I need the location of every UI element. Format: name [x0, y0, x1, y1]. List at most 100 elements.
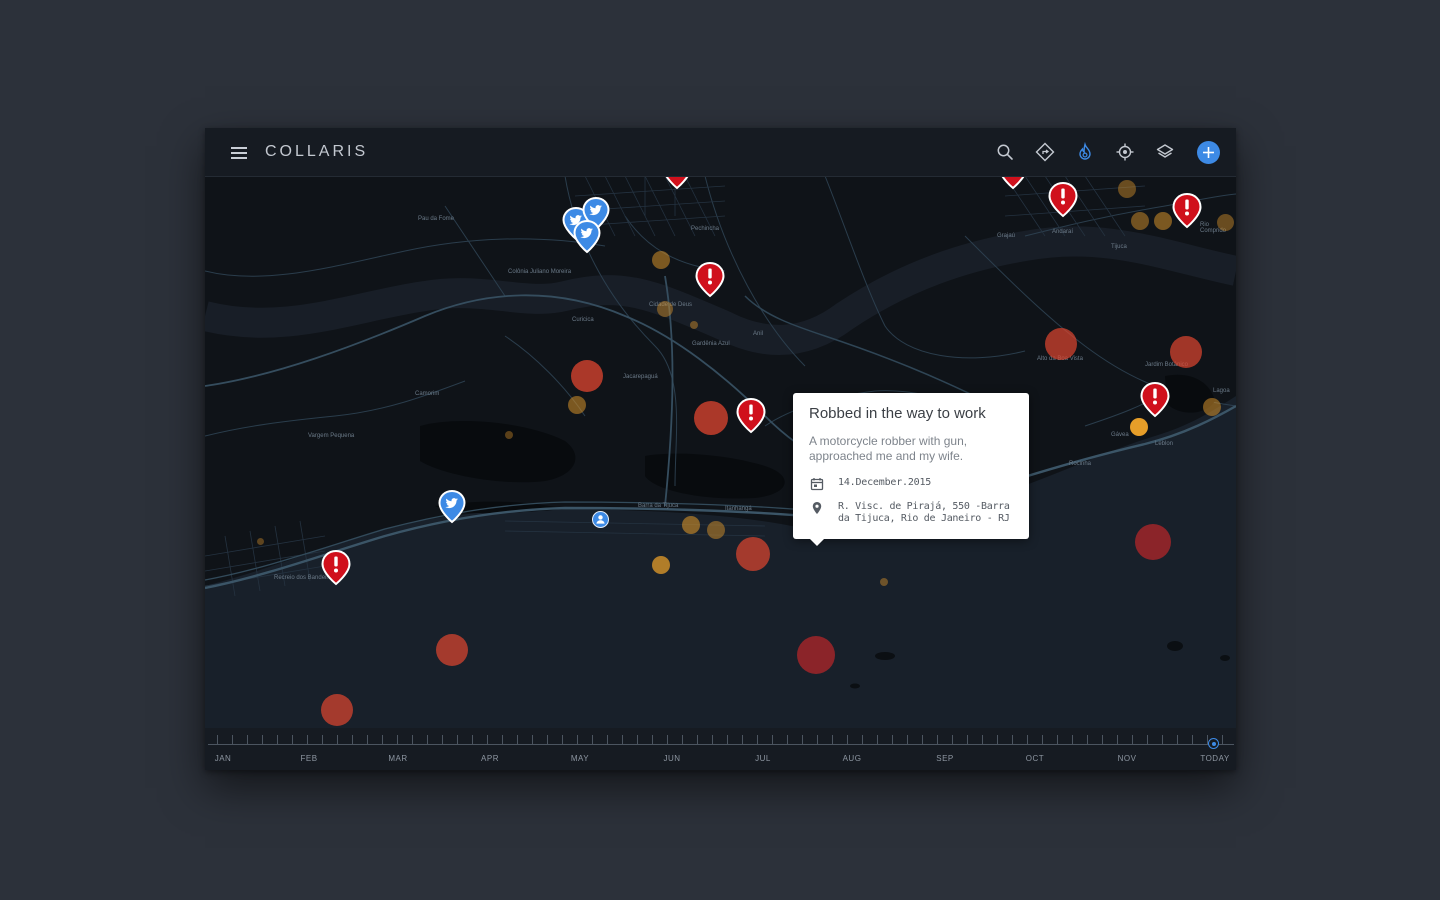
timeline-tick: [1042, 735, 1043, 744]
timeline-label[interactable]: JUL: [755, 754, 771, 763]
incident-pin[interactable]: [1140, 382, 1170, 418]
timeline-tick: [352, 735, 353, 744]
timeline-tick: [697, 735, 698, 744]
map-label: Jacarepaguá: [623, 374, 658, 380]
location-pin-icon: [810, 501, 824, 515]
user-location-icon[interactable]: [592, 511, 609, 528]
popup-address: R. Visc. de Pirajá, 550 -Barra da Tijuca…: [838, 501, 1010, 524]
heat-spot: [257, 538, 264, 545]
timeline-tick: [1027, 735, 1028, 744]
timeline-bar[interactable]: JAN FEB MAR APR MAY JUN JUL AUG SEP OCT …: [205, 728, 1236, 770]
timeline-handle[interactable]: [1208, 738, 1219, 749]
timeline-tick: [712, 735, 713, 744]
timeline-tick: [247, 735, 248, 744]
timeline-label[interactable]: MAR: [388, 754, 407, 763]
twitter-pin[interactable]: [438, 490, 466, 524]
map-label: Barra da Tijuca: [638, 503, 679, 509]
incident-pin[interactable]: [321, 550, 351, 586]
timeline-label[interactable]: OCT: [1026, 754, 1044, 763]
timeline-label[interactable]: FEB: [300, 754, 317, 763]
plus-icon: [1203, 147, 1214, 158]
incident-pin[interactable]: [736, 398, 766, 434]
heat-spot: [690, 321, 698, 329]
map-label: Leblon: [1155, 441, 1174, 447]
twitter-pin[interactable]: [573, 220, 601, 254]
incident-pin[interactable]: [695, 262, 725, 298]
timeline-tick: [1147, 735, 1148, 744]
timeline-label[interactable]: AUG: [843, 754, 862, 763]
timeline-tick: [577, 735, 578, 744]
timeline-label[interactable]: APR: [481, 754, 499, 763]
heat-spot: [1131, 212, 1149, 230]
timeline-label[interactable]: SEP: [936, 754, 954, 763]
map-label: Gávea: [1111, 432, 1129, 438]
popup-title: Robbed in the way to work: [809, 405, 986, 422]
timeline-tick: [652, 735, 653, 744]
incident-halo: [571, 360, 603, 392]
timeline-tick: [907, 735, 908, 744]
timeline-tick: [337, 735, 338, 744]
timeline-tick: [367, 735, 368, 744]
timeline-tick: [1132, 735, 1133, 744]
timeline-tick: [1177, 735, 1178, 744]
popup-description: A motorcycle robber with gun, approached…: [809, 434, 968, 463]
directions-icon[interactable]: [1035, 142, 1055, 162]
timeline-tick: [382, 735, 383, 744]
map-label: Curicica: [572, 317, 594, 323]
timeline-tick: [997, 735, 998, 744]
incident-halo: [1170, 336, 1202, 368]
incident-halo: [797, 636, 835, 674]
timeline-tick: [862, 735, 863, 744]
timeline-tick: [322, 735, 323, 744]
timeline-tick: [817, 735, 818, 744]
timeline-tick: [1102, 735, 1103, 744]
timeline-tick: [787, 735, 788, 744]
timeline-tick: [397, 735, 398, 744]
heat-spot: [568, 396, 586, 414]
timeline-tick: [517, 735, 518, 744]
map-label: Pau da Fome: [418, 216, 455, 222]
hamburger-menu-icon[interactable]: [231, 147, 247, 159]
timeline-tick: [487, 735, 488, 744]
map-canvas[interactable]: Pau da Fome Colônia Juliano Moreira Cida…: [205, 154, 1236, 770]
timeline-tick: [472, 735, 473, 744]
timeline-label[interactable]: NOV: [1118, 754, 1137, 763]
map-label: Anil: [753, 331, 764, 337]
timeline-tick: [412, 735, 413, 744]
map-label: Itanhangá: [725, 506, 752, 512]
timeline-tick: [847, 735, 848, 744]
map-label: Rocinha: [1069, 461, 1092, 467]
layers-icon[interactable]: [1155, 142, 1175, 162]
heat-spot: [1203, 398, 1221, 416]
timeline-label[interactable]: MAY: [571, 754, 589, 763]
timeline-label[interactable]: JAN: [215, 754, 232, 763]
timeline-tick: [622, 735, 623, 744]
incident-pin[interactable]: [1048, 182, 1078, 218]
map-label: Camorim: [415, 391, 440, 397]
heat-spot: [1154, 212, 1172, 230]
locate-icon[interactable]: [1115, 142, 1135, 162]
timeline-tick: [292, 735, 293, 744]
timeline-tick: [667, 735, 668, 744]
search-icon[interactable]: [995, 142, 1015, 162]
timeline-label[interactable]: JUN: [663, 754, 680, 763]
map-label: Pechincha: [691, 226, 720, 232]
heat-spot: [707, 521, 725, 539]
map-label: Andaraí: [1052, 229, 1074, 235]
top-bar: COLLARIS: [205, 128, 1236, 177]
heat-spot: [1217, 214, 1234, 231]
timeline-label-selected[interactable]: TODAY: [1200, 754, 1229, 763]
incident-popup[interactable]: Robbed in the way to work A motorcycle r…: [793, 393, 1029, 546]
timeline-tick: [682, 735, 683, 744]
timeline-tick: [562, 735, 563, 744]
fire-icon[interactable]: [1075, 142, 1095, 162]
heat-spot: [652, 556, 670, 574]
timeline-tick: [457, 735, 458, 744]
timeline-tick: [442, 735, 443, 744]
add-report-button[interactable]: [1197, 141, 1220, 164]
incident-halo: [1045, 328, 1077, 360]
incident-pin[interactable]: [1172, 193, 1202, 229]
incident-halo: [736, 537, 770, 571]
timeline-tick: [952, 735, 953, 744]
incident-halo: [321, 694, 353, 726]
